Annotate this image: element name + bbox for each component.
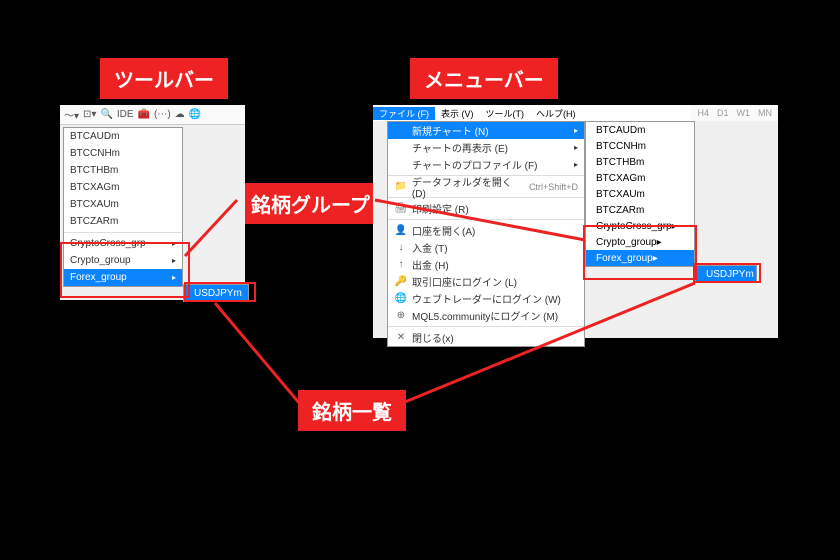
list-item[interactable]: BTCZARm: [64, 213, 182, 230]
chevron-right-icon: ▸: [574, 143, 578, 152]
menu-item-label: 出金 (H): [412, 257, 449, 272]
chevron-right-icon: ▸: [172, 256, 176, 265]
ide-icon[interactable]: IDE: [117, 109, 134, 120]
menu-item[interactable]: ↓ 入金 (T): [388, 239, 584, 256]
list-item[interactable]: BTCXAUm: [64, 196, 182, 213]
menu-item[interactable]: ↑ 出金 (H): [388, 256, 584, 273]
folder-icon[interactable]: 🧰: [138, 109, 150, 120]
separator: [388, 219, 584, 220]
tf-h4[interactable]: H4: [697, 108, 709, 118]
group-item[interactable]: Crypto_group▸: [586, 234, 694, 250]
chevron-right-icon: ▸: [172, 239, 176, 248]
label-toolbar: ツールバー: [100, 58, 228, 99]
menubar-panel: ファイル (F) 表示 (V) ツール(T) ヘルプ(H) H4 D1 W1 M…: [373, 105, 778, 338]
menu-icon: 🌐: [394, 293, 408, 304]
chevron-right-icon: ▸: [172, 273, 176, 282]
menu-item[interactable]: ✕ 閉じる(x): [388, 329, 584, 346]
list-item[interactable]: BTCCNHm: [586, 138, 694, 154]
group-item[interactable]: CryptoCross_grp▸: [586, 218, 694, 234]
tf-d1[interactable]: D1: [717, 108, 729, 118]
list-item[interactable]: BTCXAUm: [586, 186, 694, 202]
cloud-icon[interactable]: ☁: [175, 109, 185, 120]
menu-item-label: MQL5.communityにログイン (M): [412, 308, 558, 323]
shortcut: Ctrl+Shift+D: [529, 182, 578, 192]
menu-icon: 📁: [394, 181, 408, 192]
menu-item-label: 口座を開く(A): [412, 223, 475, 238]
tf-w1[interactable]: W1: [737, 108, 751, 118]
menu-icon: 👤: [394, 225, 408, 236]
menu-item-label: チャートの再表示 (E): [412, 140, 508, 155]
list-item[interactable]: BTCTHBm: [586, 154, 694, 170]
chevron-right-icon: ▸: [657, 237, 662, 248]
menu-icon: 🖨: [394, 203, 408, 214]
globe-icon[interactable]: 🌐: [189, 109, 201, 120]
label-symbol-list: 銘柄一覧: [298, 390, 406, 431]
toolbar-symbol-dropdown: BTCAUDm BTCCNHm BTCTHBm BTCXAGm BTCXAUm …: [63, 127, 183, 287]
menu-item-label: ウェブトレーダーにログイン (W): [412, 291, 561, 306]
chart-bar-icon[interactable]: ⊡▾: [83, 109, 96, 120]
menu-item[interactable]: 🌐 ウェブトレーダーにログイン (W): [388, 290, 584, 307]
toolbar-submenu: USDJPYm: [183, 284, 249, 302]
menu-item-label: 閉じる(x): [412, 330, 454, 345]
label-symbol-group: 銘柄グループ: [237, 183, 384, 224]
menu-icon: 🔑: [394, 276, 408, 287]
menu-icon: ✕: [394, 332, 408, 343]
menu-help[interactable]: ヘルプ(H): [530, 107, 582, 120]
menu-item-label: データフォルダを開く(D): [412, 174, 525, 200]
timeframe-bar[interactable]: H4 D1 W1 MN: [691, 105, 778, 121]
menu-item[interactable]: 新規チャート (N) ▸: [388, 122, 584, 139]
list-item[interactable]: BTCXAGm: [64, 179, 182, 196]
toolbar-panel: 〜▾ ⊡▾ 🔍 IDE 🧰 (⋯) ☁ 🌐 BTCAUDm BTCCNHm BT…: [60, 105, 245, 300]
chevron-right-icon: ▸: [574, 160, 578, 169]
menu-item[interactable]: ⊕ MQL5.communityにログイン (M): [388, 307, 584, 324]
chart-line-icon[interactable]: 〜▾: [64, 107, 79, 122]
group-item-forex[interactable]: Forex_group▸: [586, 250, 694, 266]
menubar-symbol-submenu: USDJPYm: [695, 265, 757, 283]
separator: [388, 326, 584, 327]
menu-icon: ↓: [394, 242, 408, 253]
menu-icon: ↑: [394, 259, 408, 270]
menu-icon: ⊕: [394, 310, 408, 321]
list-item[interactable]: BTCXAGm: [586, 170, 694, 186]
chevron-right-icon: ▸: [574, 126, 578, 135]
menu-item[interactable]: チャートのプロファイル (F) ▸: [388, 156, 584, 173]
menu-item[interactable]: 🔑 取引口座にログイン (L): [388, 273, 584, 290]
zoom-icon[interactable]: 🔍: [100, 109, 112, 120]
toolbar-row[interactable]: 〜▾ ⊡▾ 🔍 IDE 🧰 (⋯) ☁ 🌐: [60, 105, 245, 125]
menu-item-label: 入金 (T): [412, 240, 448, 255]
symbol-item-usdjpym[interactable]: USDJPYm: [696, 266, 756, 282]
menu-item-label: 新規チャート (N): [412, 123, 489, 138]
group-item[interactable]: CryptoCross_grp▸: [64, 235, 182, 252]
list-item[interactable]: BTCZARm: [586, 202, 694, 218]
tf-mn[interactable]: MN: [758, 108, 772, 118]
chevron-right-icon: ▸: [653, 253, 658, 264]
menu-item-label: 取引口座にログイン (L): [412, 274, 517, 289]
menu-item-label: 印刷設定 (R): [412, 201, 469, 216]
menu-item[interactable]: 👤 口座を開く(A): [388, 222, 584, 239]
menu-tools[interactable]: ツール(T): [480, 107, 531, 120]
signal-icon[interactable]: (⋯): [154, 109, 171, 120]
menu-item[interactable]: チャートの再表示 (E) ▸: [388, 139, 584, 156]
symbol-item-usdjpym[interactable]: USDJPYm: [184, 285, 248, 301]
menu-view[interactable]: 表示 (V): [435, 107, 480, 120]
newchart-submenu: BTCAUDm BTCCNHm BTCTHBm BTCXAGm BTCXAUm …: [585, 121, 695, 267]
file-menu: 新規チャート (N) ▸ チャートの再表示 (E) ▸ チャートのプロファイル (F) ▸…: [387, 121, 585, 347]
list-item[interactable]: BTCAUDm: [586, 122, 694, 138]
menu-item[interactable]: 📁データフォルダを開く(D)Ctrl+Shift+D: [388, 178, 584, 195]
group-item-forex[interactable]: Forex_group▸: [64, 269, 182, 286]
menu-item[interactable]: 🖨 印刷設定 (R): [388, 200, 584, 217]
menu-item-label: チャートのプロファイル (F): [412, 157, 537, 172]
group-item[interactable]: Crypto_group▸: [64, 252, 182, 269]
list-item[interactable]: BTCTHBm: [64, 162, 182, 179]
chevron-right-icon: ▸: [672, 221, 677, 232]
label-menubar: メニューバー: [410, 58, 558, 99]
list-item[interactable]: BTCAUDm: [64, 128, 182, 145]
list-item[interactable]: BTCCNHm: [64, 145, 182, 162]
menu-file[interactable]: ファイル (F): [373, 107, 435, 120]
separator: [64, 232, 182, 233]
